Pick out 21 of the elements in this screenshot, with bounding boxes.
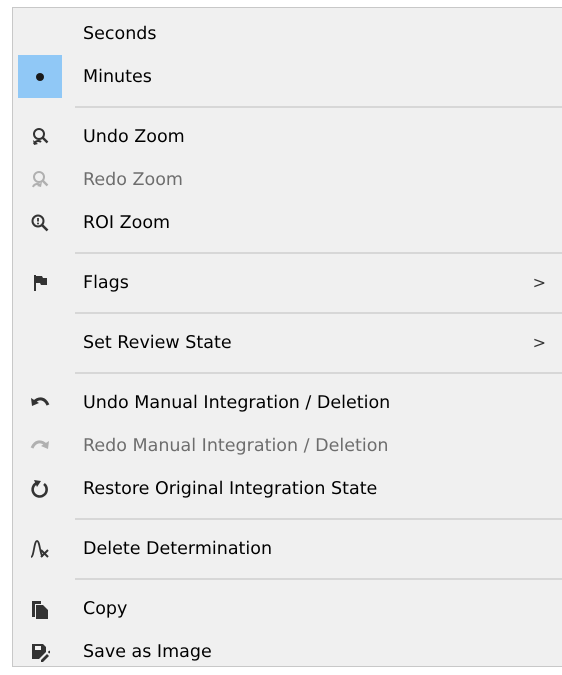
submenu-arrow-icon: >: [532, 273, 546, 292]
zoom-icon: [30, 212, 50, 232]
radio-dot-icon: [36, 72, 44, 80]
menu-item[interactable]: Set Review State >: [18, 321, 562, 364]
menu-item[interactable]: Save as Image: [18, 630, 562, 667]
zoom-undo-icon: [30, 126, 50, 146]
menu-item[interactable]: Copy: [18, 587, 562, 630]
menu-item[interactable]: ROI Zoom: [18, 201, 562, 244]
menu-item[interactable]: Undo Manual Integration / Deletion: [18, 381, 562, 424]
copy-icon: [30, 598, 50, 618]
zoom-redo-icon: [30, 170, 50, 190]
peak-delete-icon: [30, 538, 50, 558]
menu-item[interactable]: Flags >: [18, 261, 562, 304]
submenu-arrow-icon: >: [532, 333, 546, 352]
menu-item[interactable]: Minutes: [18, 55, 562, 98]
menu-item[interactable]: Restore Original Integration State: [18, 467, 562, 510]
save-image-icon: [30, 642, 50, 662]
menu-item[interactable]: Undo Zoom: [18, 115, 562, 158]
menu-item[interactable]: Seconds: [18, 12, 562, 55]
restore-icon: [30, 478, 50, 498]
menu-item[interactable]: Delete Determination: [18, 527, 562, 570]
